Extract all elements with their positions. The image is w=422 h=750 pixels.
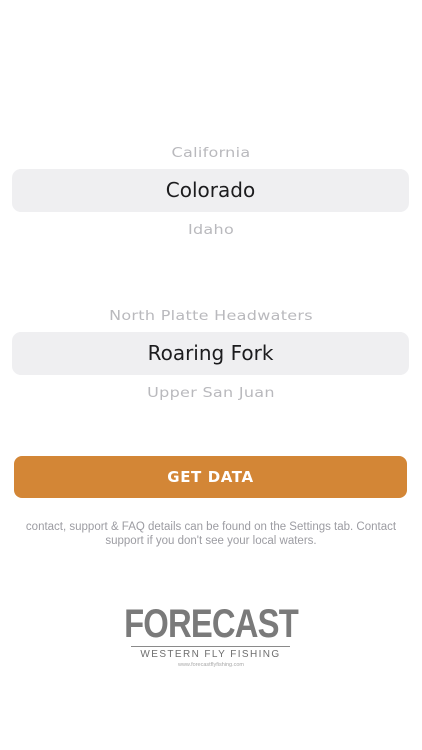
state-picker-selected-option[interactable]: Colorado — [12, 169, 409, 212]
logo-subtitle: WESTERN FLY FISHING — [140, 649, 281, 660]
logo-subtitle-block: WESTERN FLY FISHING — [131, 646, 290, 660]
state-picker-option-below[interactable]: Idaho — [0, 222, 422, 238]
water-picker-option-below[interactable]: Upper San Juan — [0, 385, 422, 401]
water-picker-option-above[interactable]: North Platte Headwaters — [0, 308, 422, 324]
logo-url: www.forecastflyfishing.com — [177, 662, 245, 668]
get-data-button[interactable]: GET DATA — [14, 456, 407, 498]
settings-info-text: contact, support & FAQ details can be fo… — [25, 521, 397, 547]
forecast-logo: FORECAST WESTERN FLY FISHING www.forecas… — [0, 602, 422, 668]
water-picker-selected-option[interactable]: Roaring Fork — [12, 332, 409, 375]
logo-title: FORECAST — [124, 602, 299, 646]
state-picker-option-above[interactable]: California — [0, 145, 422, 161]
